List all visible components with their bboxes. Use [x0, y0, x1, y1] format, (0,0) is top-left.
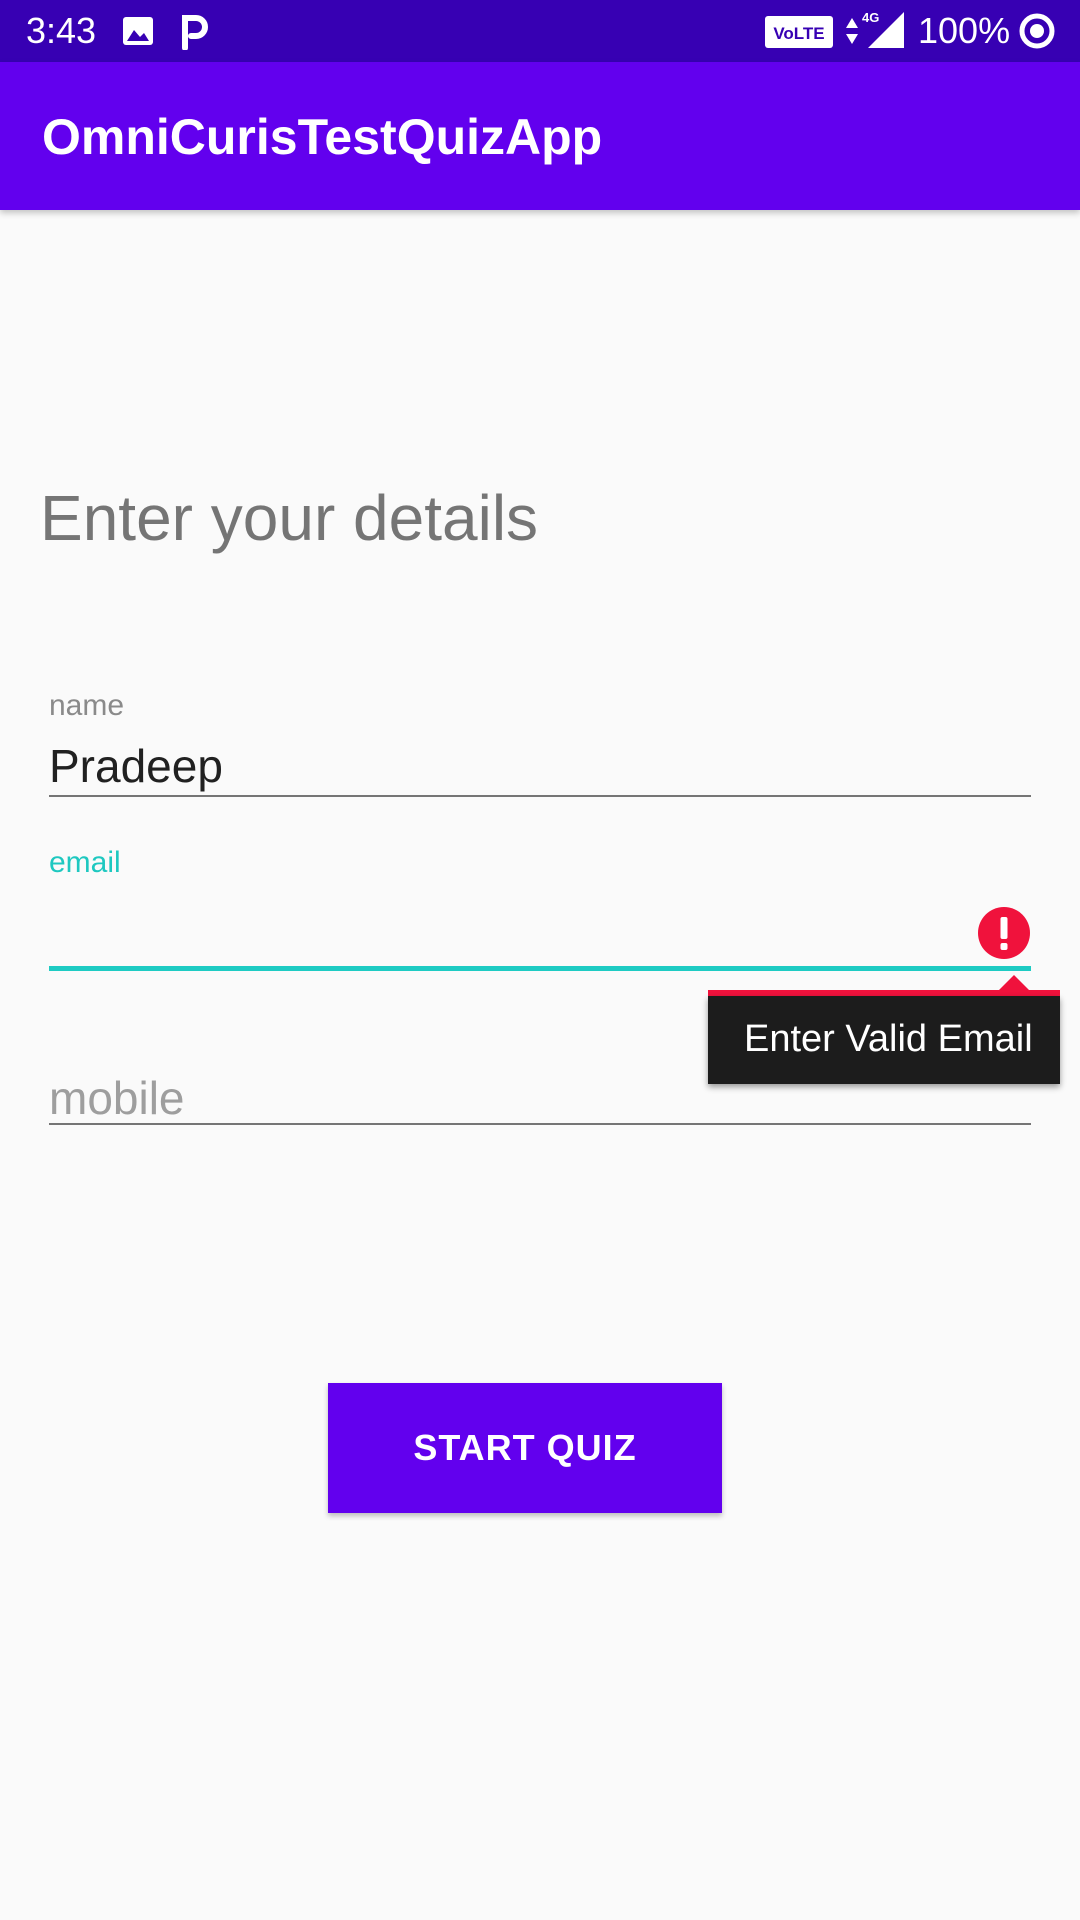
- mobile-input[interactable]: [49, 1070, 1031, 1126]
- error-popup-notch: [999, 975, 1029, 990]
- email-field-underline: [49, 966, 1031, 971]
- email-error-message: Enter Valid Email: [744, 1018, 1033, 1060]
- status-time: 3:43: [26, 10, 97, 51]
- page-heading: Enter your details: [40, 482, 539, 554]
- data-arrows-icon: [846, 18, 858, 44]
- mobile-field-underline: [49, 1123, 1031, 1125]
- mobile-field[interactable]: [49, 1070, 1031, 1126]
- name-field[interactable]: name: [49, 688, 1031, 798]
- signal-icon: 4G: [862, 10, 904, 48]
- app-bar: OmniCurisTestQuizApp: [0, 62, 1080, 210]
- svg-text:4G: 4G: [862, 10, 879, 25]
- app-title: OmniCurisTestQuizApp: [42, 109, 603, 165]
- email-input[interactable]: [49, 905, 949, 965]
- status-bar: 3:43 VoLTE 4G 100%: [0, 0, 1080, 62]
- battery-percentage: 100%: [918, 10, 1011, 51]
- ring-icon: [1019, 13, 1055, 49]
- name-field-underline: [49, 795, 1031, 797]
- email-field-label: email: [49, 846, 121, 879]
- parking-icon: [182, 15, 208, 50]
- name-field-label: name: [49, 689, 125, 722]
- svg-text:VoLTE: VoLTE: [773, 24, 824, 43]
- error-icon[interactable]: [978, 907, 1030, 959]
- name-input[interactable]: [49, 736, 1031, 796]
- volte-icon: VoLTE: [765, 16, 833, 48]
- email-field[interactable]: email: [49, 845, 1031, 975]
- start-quiz-button[interactable]: START QUIZ: [328, 1383, 722, 1513]
- image-icon: [123, 17, 153, 45]
